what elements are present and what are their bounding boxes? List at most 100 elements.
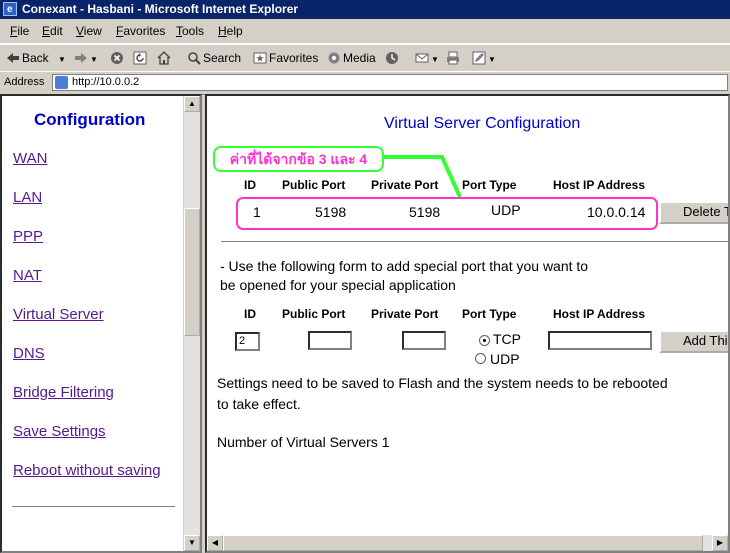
delete-button[interactable]: Delete This [659,201,728,224]
back-arrow-icon [6,51,20,65]
col-header-host-ip: Host IP Address [553,178,646,192]
annotation-label: ค่าที่ได้จากข้อ 3 และ 4 [213,146,384,172]
private-port-input[interactable] [402,331,446,350]
form-header-host-ip: Host IP Address [553,307,646,321]
search-button[interactable]: Search [187,49,241,67]
menu-view[interactable]: View [76,24,102,38]
scroll-up-icon[interactable]: ▲ [184,96,200,112]
search-label: Search [203,51,242,65]
menu-edit[interactable]: Edit [42,24,63,38]
home-button[interactable] [157,49,173,67]
mail-button[interactable]: ▼ [415,49,439,67]
menu-favorites[interactable]: Favorites [116,24,165,38]
nav-frame: Configuration WAN LAN PPP NAT Virtual Se… [0,94,202,553]
scroll-down-icon[interactable]: ▼ [184,535,200,551]
window-title-bar[interactable]: e Conexant - Hasbani - Microsoft Interne… [0,0,730,19]
menu-help[interactable]: Help [218,24,243,38]
nav-link-bridge-filtering[interactable]: Bridge Filtering [13,384,114,401]
row-private-port: 5198 [409,204,441,220]
host-ip-input[interactable] [548,331,652,350]
form-header-id: ID [244,307,256,321]
favorites-button[interactable]: Favorites [253,49,318,67]
nav-link-wan[interactable]: WAN [13,150,47,167]
home-icon [157,51,171,65]
ie-logo-icon: e [3,2,17,16]
favorites-label: Favorites [269,51,319,65]
edit-icon [472,51,486,65]
print-button[interactable] [446,49,462,67]
favorites-star-icon [253,51,267,65]
form-header-public-port: Public Port [282,307,346,321]
server-count: Number of Virtual Servers 1 [217,434,390,450]
back-dropdown-icon[interactable]: ▼ [58,55,66,64]
search-icon [187,51,201,65]
note-line1: Settings need to be saved to Flash and t… [217,375,668,391]
address-input[interactable]: http://10.0.0.2 [52,74,728,91]
tcp-radio[interactable] [479,335,490,346]
mail-icon [415,51,429,65]
print-icon [446,51,460,65]
address-bar: Address http://10.0.0.2 [0,71,730,95]
history-button[interactable] [385,49,401,67]
scroll-left-icon[interactable]: ◀ [207,535,223,551]
udp-label: UDP [490,351,520,367]
col-header-public-port: Public Port [282,178,346,192]
nav-scroll-thumb[interactable] [184,208,200,336]
toolbar: Back ▼ ▼ Search Favorites Media ▼ ▼ [0,44,730,72]
address-url: http://10.0.0.2 [72,76,140,88]
menu-tools[interactable]: Tools [176,24,204,38]
page-icon [55,76,68,89]
refresh-button[interactable] [133,49,149,67]
id-input[interactable]: 2 [235,332,260,351]
content-frame: Virtual Server Configuration ค่าที่ได้จา… [205,94,730,553]
content-hscroll-thumb[interactable] [223,535,703,551]
form-header-private-port: Private Port [371,307,439,321]
col-header-port-type: Port Type [462,178,517,192]
add-button[interactable]: Add This [659,330,728,353]
nav-link-lan[interactable]: LAN [13,189,42,206]
row-id: 1 [253,204,261,220]
row-port-type: UDP [491,202,521,218]
media-button[interactable]: Media [327,49,376,67]
address-label: Address [4,76,45,88]
media-icon [327,51,341,65]
window-title: Conexant - Hasbani - Microsoft Internet … [22,2,299,16]
form-header-port-type: Port Type [462,307,517,321]
mail-dropdown-icon[interactable]: ▼ [431,55,439,64]
section-divider [221,241,728,243]
nav-link-nat[interactable]: NAT [13,267,42,284]
udp-radio[interactable] [475,353,486,364]
col-header-id: ID [244,178,256,192]
public-port-input[interactable] [308,331,352,350]
media-label: Media [343,51,376,65]
nav-link-reboot[interactable]: Reboot without saving [13,462,161,479]
nav-link-save-settings[interactable]: Save Settings [13,423,106,440]
stop-button[interactable] [110,49,126,67]
back-label: Back [22,51,49,65]
edit-page-button[interactable]: ▼ [472,49,496,67]
refresh-icon [133,51,147,65]
menu-bar: File Edit View Favorites Tools Help [0,19,730,44]
note-line2: to take effect. [217,396,301,412]
tcp-label: TCP [493,331,521,347]
nav-divider [12,506,175,508]
forward-dropdown-icon[interactable]: ▼ [90,55,98,64]
stop-icon [110,51,124,65]
scroll-right-icon[interactable]: ▶ [712,535,728,551]
nav-title: Configuration [34,110,146,129]
nav-link-dns[interactable]: DNS [13,345,45,362]
forward-arrow-icon [74,51,88,65]
menu-file[interactable]: File [10,24,29,38]
history-icon [385,51,399,65]
row-host-ip: 10.0.0.14 [587,204,646,220]
row-public-port: 5198 [315,204,347,220]
back-button[interactable]: Back ▼ [6,49,66,67]
nav-link-virtual-server[interactable]: Virtual Server [13,306,104,323]
nav-link-ppp[interactable]: PPP [13,228,43,245]
forward-button[interactable]: ▼ [74,49,98,67]
content-hscrollbar[interactable]: ◀ ▶ [207,535,728,551]
form-intro-line1: - Use the following form to add special … [220,258,589,274]
nav-scrollbar[interactable]: ▲ ▼ [183,96,200,551]
col-header-private-port: Private Port [371,178,439,192]
edit-dropdown-icon[interactable]: ▼ [488,55,496,64]
